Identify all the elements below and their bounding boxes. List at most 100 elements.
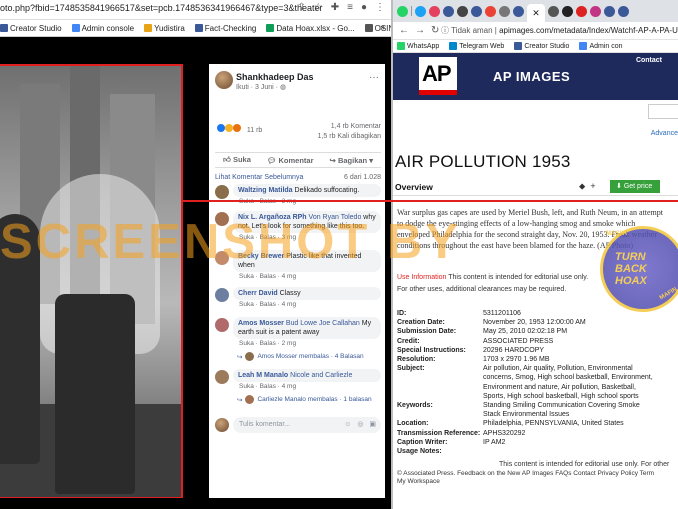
comment-button[interactable]: 💬︎ Komentar: [267, 156, 314, 165]
footer-links[interactable]: © Associated Press. Feedback on the New …: [397, 470, 677, 478]
menu-icon[interactable]: ≡: [347, 2, 353, 13]
forward-icon[interactable]: →: [415, 25, 431, 36]
tab-generic-5[interactable]: [576, 5, 587, 17]
comment-count[interactable]: 1,4 rb Komentar: [331, 123, 381, 130]
post-options-icon[interactable]: ···: [369, 72, 379, 83]
commenter-name[interactable]: Amos Mosser: [238, 320, 284, 327]
commenter-avatar[interactable]: [215, 288, 229, 302]
view-replies-link[interactable]: ↪ Amos Mosser membalas · 4 Balasan: [237, 352, 364, 361]
bookmark-item[interactable]: Data Hoax.xlsx - Go...: [266, 24, 355, 33]
nav-buttons[interactable]: ←→↻: [399, 25, 445, 36]
commenter-avatar[interactable]: [215, 185, 229, 199]
commenter-name[interactable]: Leah M Manalo: [238, 372, 288, 379]
metadata-value: November 20, 1953 12:00:00 AM: [483, 319, 586, 327]
metadata-value: APHS320292: [483, 429, 526, 437]
metadata-row: Location: Philadelphia, PENNSYLVANIA, Uni…: [397, 419, 675, 428]
contact-link[interactable]: Contact: [636, 57, 662, 64]
bookmark-item[interactable]: Yudistira: [144, 24, 185, 33]
bookmark-item[interactable]: Fact-Checking: [194, 24, 256, 33]
star-icon[interactable]: ☆: [314, 2, 323, 13]
plus-icon[interactable]: +: [590, 181, 600, 191]
tab-facebook[interactable]: [443, 5, 454, 17]
right-url[interactable]: ⓘ Tidak aman | apimages.com/metadata/Ind…: [441, 25, 678, 36]
comment-icon: 💬︎: [266, 155, 277, 165]
commenter-name[interactable]: Cherr David: [238, 290, 278, 297]
commenter-avatar[interactable]: [215, 318, 229, 332]
tab-facebook-4[interactable]: [604, 5, 615, 17]
tab-facebook-5[interactable]: [618, 5, 629, 17]
more-icon[interactable]: ⋮: [375, 2, 385, 13]
comment-meta[interactable]: Suka · Balas · 4 mg: [239, 273, 296, 280]
tab-facebook-2[interactable]: [471, 5, 482, 17]
wow-reaction-icon: [232, 124, 241, 132]
tab-instagram-2[interactable]: [590, 5, 601, 17]
get-price-button[interactable]: ⬇ Get price: [610, 180, 660, 193]
bookmark-item[interactable]: Creator Studio: [514, 42, 569, 50]
like-button[interactable]: 👍︎ Suka: [223, 155, 251, 165]
comment-meta[interactable]: Suka · Balas · 4 mg: [239, 383, 296, 390]
tab-generic-2[interactable]: [499, 5, 510, 17]
metadata-row: Submission Date: May 25, 2010 02:02:18 PM: [397, 327, 675, 336]
author-name[interactable]: Shankhadeep Das: [236, 72, 314, 82]
tab-overview[interactable]: Overview: [395, 182, 433, 192]
extension-icon[interactable]: ✚: [331, 2, 339, 13]
tab-facebook-3[interactable]: [513, 5, 524, 17]
share-button[interactable]: ↪ Bagikan ▾: [330, 156, 373, 165]
bookmark-item[interactable]: Telegram Web: [449, 42, 504, 50]
view-replies-link[interactable]: ↪ Carliezle Manalo membalas · 1 balasan: [237, 395, 372, 404]
tab-whatsapp[interactable]: [397, 5, 408, 17]
tab-generic[interactable]: [457, 5, 468, 17]
search-input[interactable]: [648, 104, 678, 119]
commenter-name[interactable]: Waltzing Matilda: [238, 187, 293, 194]
annotation-line: [0, 64, 182, 66]
tab-instagram[interactable]: [429, 5, 440, 17]
reply-summary[interactable]: Carliezle Manalo membalas · 1 balasan: [257, 396, 371, 403]
view-previous-comments[interactable]: Lihat Komentar Sebelumnya 6 dari 1.028: [215, 174, 381, 181]
ap-images-title[interactable]: AP IMAGES: [493, 69, 570, 84]
bookmark-item[interactable]: OSINT Framework: [364, 24, 391, 33]
back-icon[interactable]: ←: [399, 25, 415, 36]
overview-actions: ⬥+: [579, 181, 601, 192]
usage-info-label[interactable]: Use Information: [397, 274, 446, 281]
comment-meta[interactable]: Suka · Balas · 2 mg: [239, 340, 296, 347]
composer-tools-icon[interactable]: ☺ ◎ ▣: [344, 420, 378, 428]
right-address-bar: ←→↻ ⓘ Tidak aman | apimages.com/metadata…: [393, 22, 678, 40]
like-reaction-icon: [217, 124, 225, 132]
tagged-users[interactable]: Bud Lowe Joe Callahan: [284, 320, 360, 327]
metadata-value: ASSOCIATED PRESS: [483, 337, 554, 345]
ap-logo[interactable]: AP: [419, 57, 457, 95]
advanced-search-link[interactable]: Advance: [651, 130, 678, 137]
close-icon[interactable]: ✕: [532, 8, 540, 19]
tab-twitter[interactable]: [415, 5, 426, 17]
bookmarks-overflow-icon[interactable]: »: [380, 22, 385, 32]
comment-bubble: Leah M Manalo Nicole and Carliezle: [233, 369, 381, 382]
bookmark-item[interactable]: WhatsApp: [397, 42, 439, 50]
share-count[interactable]: 1,5 rb Kali dibagikan: [318, 133, 381, 140]
tab-google[interactable]: [485, 5, 496, 17]
tab-generic-4[interactable]: [562, 5, 573, 17]
metadata-value: Air pollution, Air quality, Pollution, E…: [483, 365, 653, 400]
my-workspace-link[interactable]: My Workspace: [397, 478, 677, 486]
commenter-avatar[interactable]: [215, 370, 229, 384]
tab-ap-images-active[interactable]: ✕: [527, 4, 545, 22]
share-icon[interactable]: ⇪: [297, 2, 305, 13]
bookmark-item[interactable]: Creator Studio: [0, 24, 62, 33]
post-photo[interactable]: [0, 64, 182, 498]
view-previous-label[interactable]: Lihat Komentar Sebelumnya: [215, 174, 303, 181]
left-address-bar[interactable]: oto.php?fbid=1748535841966517&set=pcb.17…: [0, 0, 391, 20]
bookmark-item[interactable]: Admin con: [579, 42, 623, 50]
comment-meta[interactable]: Suka · Balas · 4 mg: [239, 301, 296, 308]
author-avatar[interactable]: [215, 71, 233, 89]
tag-icon[interactable]: ⬥: [579, 181, 590, 191]
left-url[interactable]: oto.php?fbid=1748535841966517&set=pcb.17…: [0, 3, 323, 13]
comment-text: Classy: [277, 290, 301, 297]
tagged-users[interactable]: Nicole and Carliezle: [288, 372, 352, 379]
reply-summary[interactable]: Amos Mosser membalas · 4 Balasan: [257, 353, 363, 360]
stamp-line: BACK: [615, 263, 647, 275]
bookmark-item[interactable]: Admin console: [71, 24, 134, 33]
metadata-row: Creation Date: November 20, 1953 12:00:00…: [397, 318, 675, 327]
right-url-text[interactable]: apimages.com/metadata/Index/Watchf-AP-A-…: [499, 26, 678, 35]
tab-generic-3[interactable]: [548, 5, 559, 17]
reaction-summary[interactable]: 11 rb 1,4 rb Komentar 1,5 rb Kali dibagi…: [217, 123, 385, 148]
profile-icon[interactable]: ●: [361, 2, 367, 13]
